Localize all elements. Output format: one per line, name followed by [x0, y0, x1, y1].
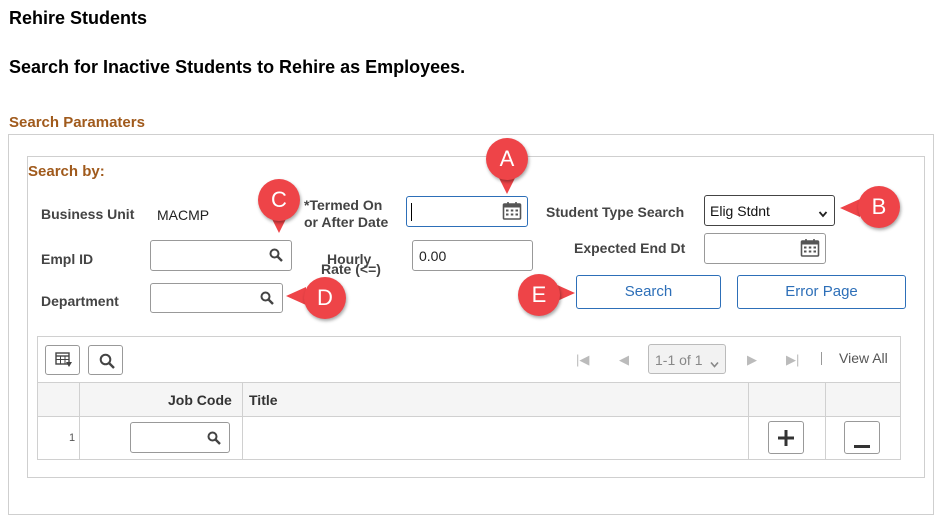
termed-on-label-line1: *Termed On: [304, 197, 383, 213]
previous-page-icon[interactable]: ◀: [619, 352, 629, 368]
empl-id-field[interactable]: [150, 240, 292, 271]
grid-divider: [748, 383, 749, 459]
callout-b-pointer: [840, 199, 860, 217]
hourly-rate-label: Hourly Rate (<=): [321, 251, 381, 278]
find-in-grid-button[interactable]: [88, 345, 123, 375]
row-number: 1: [69, 432, 76, 444]
minus-icon: [854, 436, 870, 454]
callout-e: E: [518, 274, 560, 316]
search-icon: [99, 353, 115, 374]
page-range-select[interactable]: 1-1 of 1: [648, 344, 726, 374]
calendar-icon[interactable]: [502, 201, 522, 221]
hourly-rate-value: 0.00: [419, 248, 447, 264]
callout-a: A: [486, 138, 528, 180]
hourly-rate-label-line2: Rate (<=): [321, 261, 381, 277]
job-code-grid: Job Code Title 1: [37, 382, 901, 460]
grid-settings-icon: [55, 352, 73, 373]
callout-c: C: [258, 179, 300, 221]
search-icon[interactable]: [207, 431, 221, 445]
callout-d-pointer: [286, 287, 306, 305]
chevron-down-icon: [818, 206, 828, 218]
search-icon[interactable]: [260, 291, 274, 305]
search-icon[interactable]: [269, 248, 283, 262]
next-page-icon[interactable]: ▶: [747, 352, 757, 368]
add-row-button[interactable]: [768, 421, 804, 454]
error-page-button[interactable]: Error Page: [737, 275, 906, 309]
column-header-title[interactable]: Title: [249, 392, 278, 408]
last-page-icon[interactable]: ▶|: [786, 352, 799, 368]
grid-divider: [79, 383, 80, 459]
plus-icon: [778, 430, 794, 451]
personalize-grid-button[interactable]: [45, 345, 80, 375]
first-page-icon[interactable]: |◀: [576, 352, 589, 368]
section-title: Search Paramaters: [9, 114, 145, 131]
pager-divider: [821, 352, 822, 365]
page-subtitle: Search for Inactive Students to Rehire a…: [9, 57, 466, 77]
student-type-select[interactable]: Elig Stdnt: [704, 195, 835, 226]
student-type-value: Elig Stdnt: [710, 203, 770, 219]
page-range-value: 1-1 of 1: [655, 352, 703, 368]
department-field[interactable]: [150, 283, 283, 313]
business-unit-value: MACMP: [157, 207, 210, 223]
page-title: Rehire Students: [9, 8, 148, 28]
search-button[interactable]: Search: [576, 275, 721, 309]
student-type-label: Student Type Search: [546, 204, 685, 220]
callout-d: D: [304, 277, 346, 319]
chevron-down-icon: [710, 356, 719, 368]
grid-divider: [825, 383, 826, 459]
grid-toolbar: [37, 336, 901, 383]
expected-end-label: Expected End Dt: [574, 240, 686, 256]
view-all-link[interactable]: View All: [839, 350, 888, 366]
expected-end-date-field[interactable]: [704, 233, 826, 264]
hourly-rate-field[interactable]: 0.00: [412, 240, 533, 271]
job-code-field[interactable]: [130, 422, 230, 453]
callout-b: B: [858, 186, 900, 228]
termed-on-label-line2: or After Date: [304, 214, 389, 230]
business-unit-label: Business Unit: [41, 206, 135, 222]
termed-on-label: *Termed On or After Date: [304, 197, 388, 231]
termed-on-date-field[interactable]: [406, 196, 528, 227]
calendar-icon[interactable]: [800, 238, 820, 258]
empl-id-label: Empl ID: [41, 251, 94, 267]
delete-row-button[interactable]: [844, 421, 880, 454]
text-cursor: [411, 203, 412, 221]
grid-divider: [242, 383, 243, 459]
search-by-label: Search by:: [28, 163, 105, 180]
department-label: Department: [41, 293, 119, 309]
column-header-job-code[interactable]: Job Code: [168, 392, 232, 408]
